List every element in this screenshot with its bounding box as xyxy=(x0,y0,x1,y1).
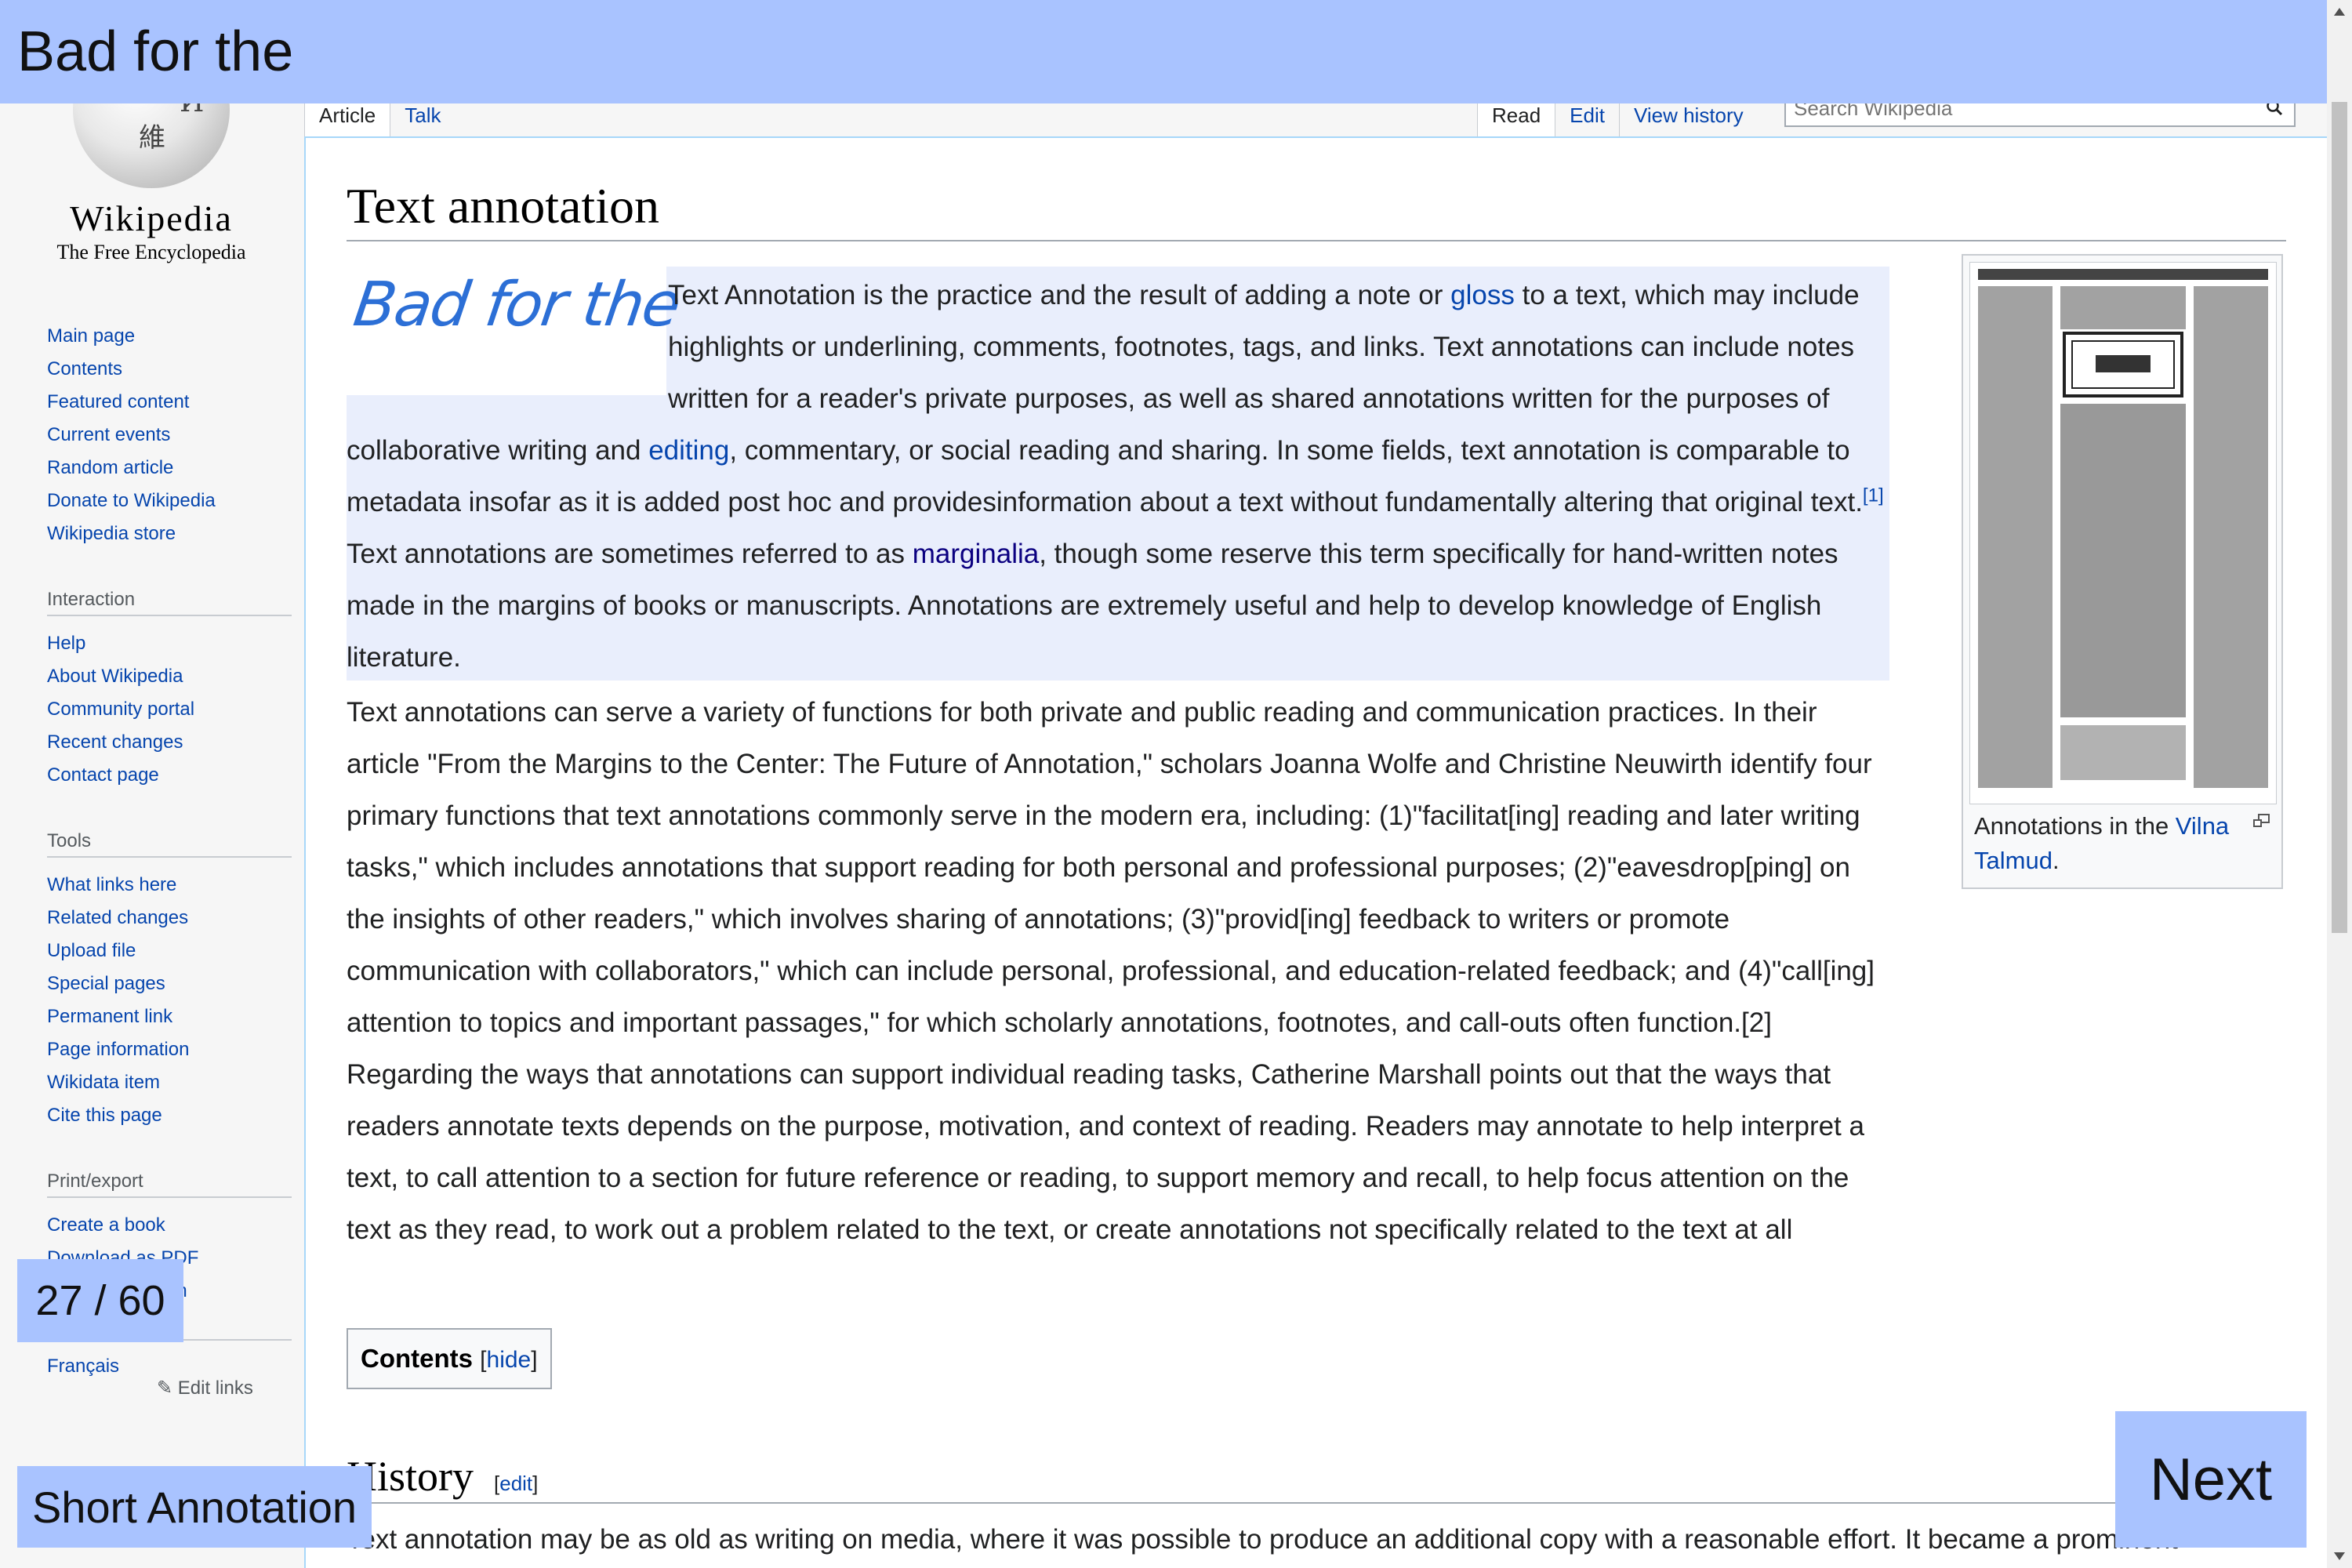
sidebar: Main page Contents Featured content Curr… xyxy=(47,320,292,1383)
sidebar-item-random-article[interactable]: Random article xyxy=(47,452,282,485)
sidebar-item-upload-file[interactable]: Upload file xyxy=(47,935,282,967)
tab-read[interactable]: Read xyxy=(1477,103,1555,136)
link-marginalia[interactable]: marginalia xyxy=(913,539,1039,569)
edit-links-label: Edit links xyxy=(177,1377,253,1399)
sidebar-item-create-book[interactable]: Create a book xyxy=(47,1209,282,1242)
toc-toggle[interactable]: [hide] xyxy=(480,1347,537,1373)
lead-text-1: Text Annotation is the practice and the … xyxy=(668,280,1451,310)
sidebar-heading-print: Print/export xyxy=(47,1167,292,1198)
tab-view-history[interactable]: View history xyxy=(1618,103,1758,136)
section-heading-history: History [edit] xyxy=(347,1452,2286,1504)
functions-paragraph: Text annotations can serve a variety of … xyxy=(347,687,1889,1256)
edit-history-link[interactable]: edit xyxy=(499,1472,532,1495)
sidebar-item-about[interactable]: About Wikipedia xyxy=(47,660,282,693)
sidebar-navigation: Main page Contents Featured content Curr… xyxy=(47,320,282,550)
annotation-banner: Bad for the xyxy=(0,0,2328,103)
sidebar-item-what-links-here[interactable]: What links here xyxy=(47,869,282,902)
view-tabs: Read Edit View history xyxy=(1477,103,1758,136)
sidebar-tools: Tools What links here Related changes Up… xyxy=(47,826,292,1132)
lead-text-4: Text annotations are sometimes referred … xyxy=(347,539,913,569)
edit-links-button[interactable]: ✎ Edit links xyxy=(157,1377,253,1399)
sidebar-item-contact[interactable]: Contact page xyxy=(47,759,282,792)
scroll-down-arrow-icon[interactable] xyxy=(2334,1552,2345,1560)
sidebar-item-help[interactable]: Help xyxy=(47,627,282,660)
tab-talk[interactable]: Talk xyxy=(390,103,455,136)
reference-1[interactable]: [1] xyxy=(1863,485,1884,506)
page-scrollbar[interactable] xyxy=(2327,0,2352,1568)
link-editing[interactable]: editing xyxy=(648,435,729,466)
tab-article[interactable]: Article xyxy=(304,103,390,136)
sidebar-item-store[interactable]: Wikipedia store xyxy=(47,517,282,550)
logo-wordmark: Wikipedia xyxy=(70,198,233,238)
sidebar-item-community-portal[interactable]: Community portal xyxy=(47,693,282,726)
logo-tagline: The Free Encyclopedia xyxy=(56,241,246,263)
toc-hide-link[interactable]: hide xyxy=(487,1347,532,1373)
caption-period: . xyxy=(2052,847,2060,874)
next-button[interactable]: Next xyxy=(2115,1411,2307,1548)
thumbnail-figure: Annotations in the Vilna Talmud. xyxy=(1962,254,2283,889)
sidebar-item-permanent-link[interactable]: Permanent link xyxy=(47,1000,282,1033)
page-title: Text annotation xyxy=(347,177,2286,241)
thumbnail-caption: Annotations in the Vilna Talmud. xyxy=(1974,809,2233,878)
namespace-tabs: Article Talk xyxy=(304,103,456,136)
short-annotation-label: Short Annotation xyxy=(17,1466,372,1548)
annotation-counter: 27 / 60 xyxy=(17,1259,183,1342)
toc-title: Contents xyxy=(361,1344,473,1373)
sidebar-heading-tools: Tools xyxy=(47,826,292,858)
banner-text: Bad for the xyxy=(17,20,294,83)
sidebar-item-recent-changes[interactable]: Recent changes xyxy=(47,726,282,759)
sidebar-item-donate[interactable]: Donate to Wikipedia xyxy=(47,485,282,517)
sidebar-item-page-information[interactable]: Page information xyxy=(47,1033,282,1066)
history-paragraph: Text annotation may be as old as writing… xyxy=(347,1524,2178,1555)
tab-edit[interactable]: Edit xyxy=(1555,103,1619,136)
sidebar-item-wikidata-item[interactable]: Wikidata item xyxy=(47,1066,282,1099)
talmud-page-image[interactable] xyxy=(1969,262,2277,804)
pencil-icon: ✎ xyxy=(157,1377,173,1399)
caption-text: Annotations in the xyxy=(1974,812,2176,840)
table-of-contents: Contents [hide] xyxy=(347,1328,552,1389)
sidebar-item-featured-content[interactable]: Featured content xyxy=(47,386,282,419)
functions-text: Text annotations can serve a variety of … xyxy=(347,697,1875,1245)
sidebar-item-current-events[interactable]: Current events xyxy=(47,419,282,452)
section-edit-link[interactable]: [edit] xyxy=(494,1472,538,1495)
sidebar-heading-interaction: Interaction xyxy=(47,585,292,616)
enlarge-icon[interactable] xyxy=(2253,814,2270,828)
lead-paragraph: Text Annotation is the practice and the … xyxy=(347,270,1889,684)
main-content: Text annotation Bad for the Text Annotat… xyxy=(304,136,2328,1568)
sidebar-item-related-changes[interactable]: Related changes xyxy=(47,902,282,935)
sidebar-item-special-pages[interactable]: Special pages xyxy=(47,967,282,1000)
link-gloss[interactable]: gloss xyxy=(1450,280,1515,310)
sidebar-item-main-page[interactable]: Main page xyxy=(47,320,282,353)
scrollbar-thumb[interactable] xyxy=(2332,102,2347,933)
sidebar-item-contents[interactable]: Contents xyxy=(47,353,282,386)
scroll-up-arrow-icon[interactable] xyxy=(2334,8,2345,16)
sidebar-item-cite-this-page[interactable]: Cite this page xyxy=(47,1099,282,1132)
sidebar-interaction: Interaction Help About Wikipedia Communi… xyxy=(47,585,292,792)
